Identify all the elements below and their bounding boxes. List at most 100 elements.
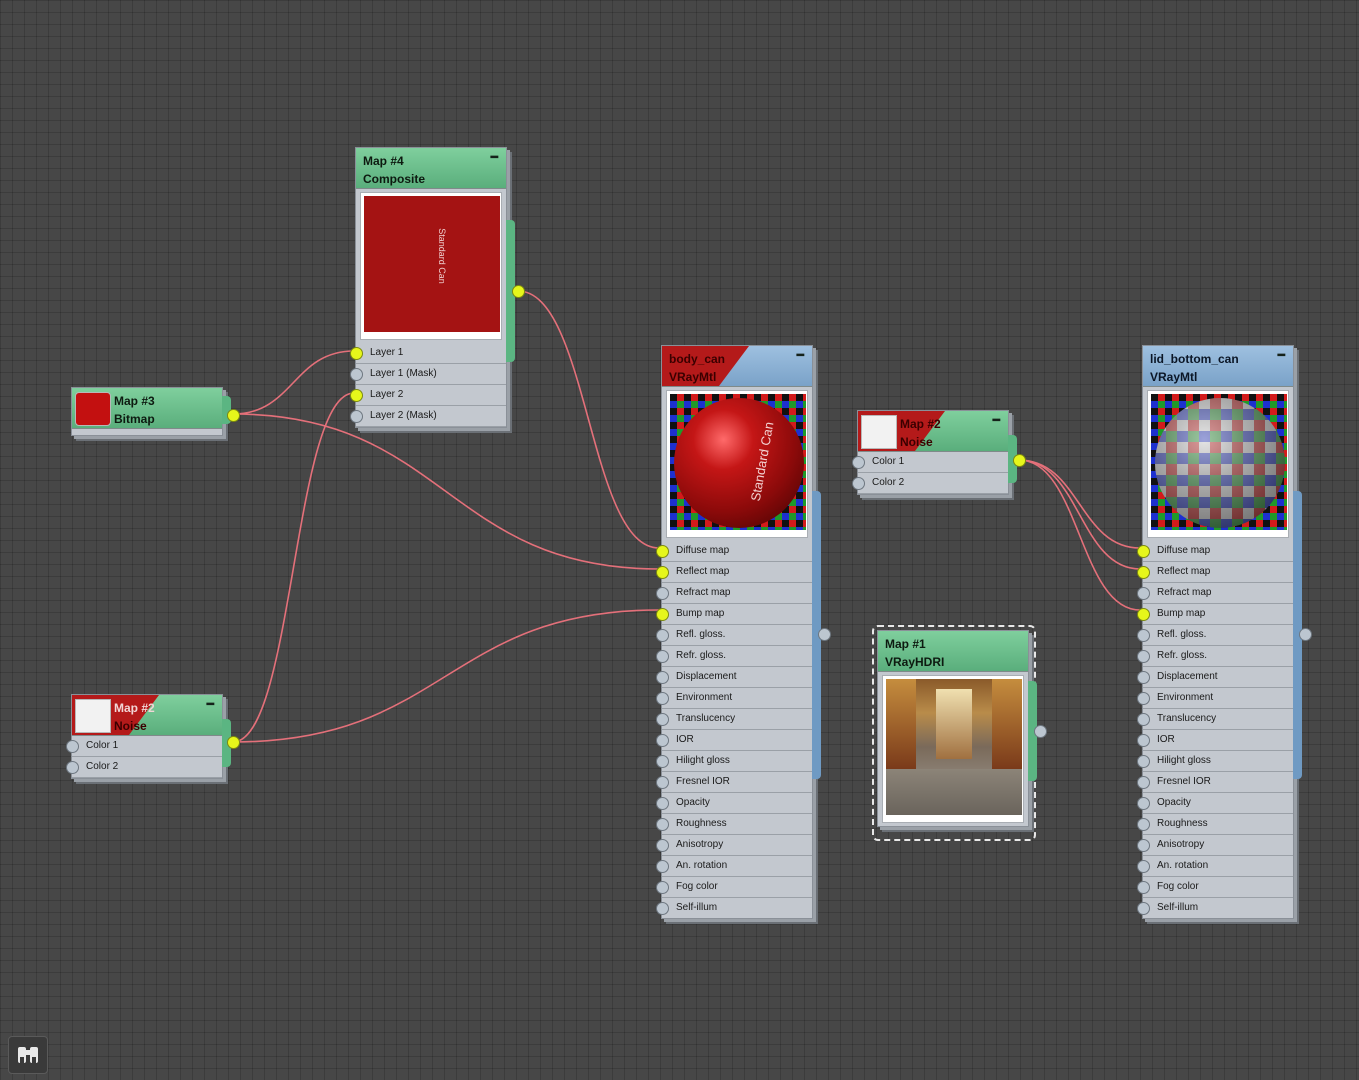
minus-icon[interactable]: ━	[993, 413, 1000, 427]
input-socket[interactable]	[350, 389, 363, 402]
input-socket[interactable]	[1137, 545, 1150, 558]
minus-icon[interactable]: ━	[1278, 348, 1285, 362]
input-socket[interactable]	[656, 818, 669, 831]
slot-hilight-gloss[interactable]: Hilight gloss	[656, 751, 812, 772]
input-socket[interactable]	[66, 740, 79, 753]
input-socket[interactable]	[350, 347, 363, 360]
minus-icon[interactable]: ━	[491, 150, 498, 164]
input-socket[interactable]	[350, 410, 363, 423]
connection-wire[interactable]	[232, 609, 660, 743]
input-socket[interactable]	[1137, 902, 1150, 915]
input-socket[interactable]	[1137, 629, 1150, 642]
connection-wire[interactable]	[232, 392, 355, 743]
slot-translucency[interactable]: Translucency	[1137, 709, 1293, 730]
slot-an-rotation[interactable]: An. rotation	[656, 856, 812, 877]
input-socket[interactable]	[66, 761, 79, 774]
slot-layer1[interactable]: Layer 1	[350, 343, 506, 364]
node-header[interactable]: Map #3 Bitmap	[72, 388, 222, 429]
slot-fog-color[interactable]: Fog color	[1137, 877, 1293, 898]
slot-environment[interactable]: Environment	[1137, 688, 1293, 709]
input-socket[interactable]	[1137, 734, 1150, 747]
input-socket[interactable]	[656, 860, 669, 873]
input-socket[interactable]	[1137, 650, 1150, 663]
node-map2-noise-right[interactable]: Map #2 Noise ━ Color 1 Color 2	[852, 410, 1026, 495]
connection-wire[interactable]	[232, 413, 660, 570]
input-socket[interactable]	[656, 755, 669, 768]
input-socket[interactable]	[656, 671, 669, 684]
input-socket[interactable]	[1137, 839, 1150, 852]
slot-refract-map[interactable]: Refract map	[1137, 583, 1293, 604]
slot-environment[interactable]: Environment	[656, 688, 812, 709]
binoculars-icon[interactable]	[8, 1036, 48, 1074]
node-header[interactable]: lid_bottom_can VRayMtl ━	[1143, 346, 1293, 387]
connection-wire[interactable]	[232, 350, 355, 415]
node-header[interactable]: Map #4 Composite ━	[356, 148, 506, 189]
connection-wire[interactable]	[1018, 459, 1141, 570]
input-socket[interactable]	[852, 477, 865, 490]
input-socket[interactable]	[656, 566, 669, 579]
slot-translucency[interactable]: Translucency	[656, 709, 812, 730]
node-header[interactable]: Map #2 Noise ━	[858, 411, 1008, 452]
slot-bump-map[interactable]: Bump map	[1137, 604, 1293, 625]
minus-icon[interactable]: ━	[797, 348, 804, 362]
output-socket[interactable]	[227, 736, 240, 749]
minus-icon[interactable]: ━	[207, 697, 214, 711]
input-socket[interactable]	[1137, 755, 1150, 768]
input-socket[interactable]	[656, 587, 669, 600]
input-socket[interactable]	[1137, 608, 1150, 621]
node-lid-bottom-can-vraymtl[interactable]: lid_bottom_can VRayMtl ━ Diffuse map Refle…	[1137, 345, 1312, 919]
output-socket[interactable]	[1013, 454, 1026, 467]
slot-fog-color[interactable]: Fog color	[656, 877, 812, 898]
node-map1-vrayhdri[interactable]: Map #1 VRayHDRI	[877, 630, 1047, 827]
slot-color1[interactable]: Color 1	[66, 736, 222, 757]
slot-refr-gloss[interactable]: Refr. gloss.	[1137, 646, 1293, 667]
input-socket[interactable]	[656, 629, 669, 642]
slot-displacement[interactable]: Displacement	[1137, 667, 1293, 688]
input-socket[interactable]	[656, 734, 669, 747]
slot-anisotropy[interactable]: Anisotropy	[656, 835, 812, 856]
slot-diffuse-map[interactable]: Diffuse map	[1137, 541, 1293, 562]
connection-wire[interactable]	[1018, 459, 1141, 549]
input-socket[interactable]	[656, 881, 669, 894]
slot-refl-gloss[interactable]: Refl. gloss.	[1137, 625, 1293, 646]
slot-fresnel-ior[interactable]: Fresnel IOR	[656, 772, 812, 793]
node-map3-bitmap[interactable]: Map #3 Bitmap	[71, 387, 240, 436]
slot-roughness[interactable]: Roughness	[656, 814, 812, 835]
input-socket[interactable]	[1137, 881, 1150, 894]
slot-self-illum[interactable]: Self-illum	[1137, 898, 1293, 918]
input-socket[interactable]	[656, 692, 669, 705]
output-socket[interactable]	[227, 409, 240, 422]
input-socket[interactable]	[852, 456, 865, 469]
input-socket[interactable]	[1137, 566, 1150, 579]
node-body-can-vraymtl[interactable]: body_can VRayMtl ━ Standard Can Diffuse m…	[656, 345, 831, 919]
output-socket[interactable]	[1299, 628, 1312, 641]
input-socket[interactable]	[656, 839, 669, 852]
node-map4-composite[interactable]: Map #4 Composite ━ Standard Can Layer 1 L…	[350, 147, 525, 428]
node-map2-noise-left[interactable]: Map #2 Noise ━ Color 1 Color 2	[66, 694, 240, 779]
output-socket[interactable]	[512, 285, 525, 298]
slot-fresnel-ior[interactable]: Fresnel IOR	[1137, 772, 1293, 793]
input-socket[interactable]	[1137, 713, 1150, 726]
slot-ior[interactable]: IOR	[656, 730, 812, 751]
input-socket[interactable]	[656, 776, 669, 789]
input-socket[interactable]	[656, 902, 669, 915]
slot-refract-map[interactable]: Refract map	[656, 583, 812, 604]
input-socket[interactable]	[656, 713, 669, 726]
input-socket[interactable]	[656, 545, 669, 558]
input-socket[interactable]	[656, 650, 669, 663]
slot-anisotropy[interactable]: Anisotropy	[1137, 835, 1293, 856]
input-socket[interactable]	[1137, 860, 1150, 873]
slot-hilight-gloss[interactable]: Hilight gloss	[1137, 751, 1293, 772]
input-socket[interactable]	[1137, 671, 1150, 684]
input-socket[interactable]	[1137, 818, 1150, 831]
slot-refr-gloss[interactable]: Refr. gloss.	[656, 646, 812, 667]
slot-reflect-map[interactable]: Reflect map	[1137, 562, 1293, 583]
slot-ior[interactable]: IOR	[1137, 730, 1293, 751]
slot-roughness[interactable]: Roughness	[1137, 814, 1293, 835]
input-socket[interactable]	[350, 368, 363, 381]
slot-layer2-mask[interactable]: Layer 2 (Mask)	[350, 406, 506, 427]
connection-wire[interactable]	[1018, 459, 1141, 611]
input-socket[interactable]	[1137, 797, 1150, 810]
slot-color1[interactable]: Color 1	[852, 452, 1008, 473]
slot-opacity[interactable]: Opacity	[1137, 793, 1293, 814]
